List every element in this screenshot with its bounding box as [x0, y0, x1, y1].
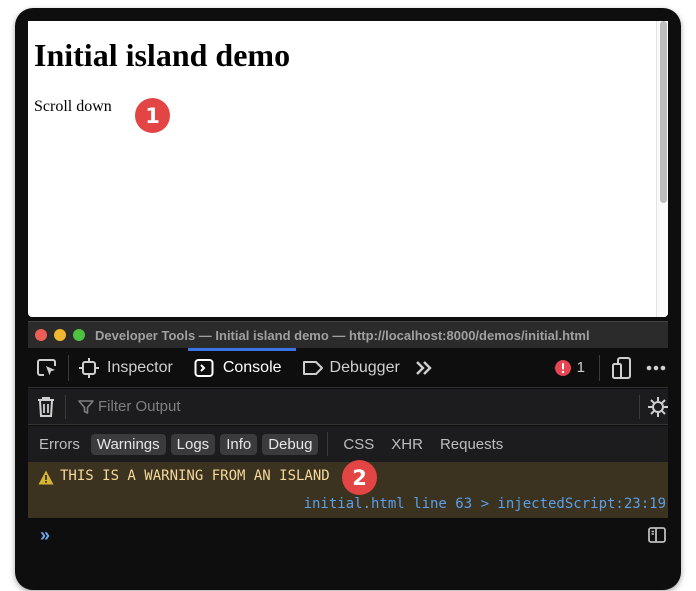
- filter-xhr-button[interactable]: XHR: [385, 434, 429, 455]
- active-tab-indicator: [188, 348, 296, 351]
- trash-icon: [38, 396, 54, 417]
- console-icon: [194, 358, 214, 377]
- tab-inspector[interactable]: Inspector: [79, 357, 173, 378]
- toolbar-separator: [65, 394, 66, 419]
- responsive-design-icon: [612, 356, 631, 379]
- toggle-sidebar-button[interactable]: [648, 527, 666, 548]
- minimize-window-button[interactable]: [54, 329, 66, 341]
- devtools-toolbar: Inspector Console Debugger 1: [28, 348, 668, 388]
- filter-placeholder: Filter Output: [98, 398, 181, 415]
- window-controls: [35, 329, 85, 341]
- page-scrollbar-thumb[interactable]: [660, 21, 667, 203]
- filter-warnings-button[interactable]: Warnings: [90, 433, 166, 455]
- inspector-icon: [79, 357, 99, 378]
- devtools-titlebar: Developer Tools — Initial island demo — …: [28, 321, 668, 348]
- more-options-button[interactable]: [646, 365, 666, 371]
- page-scrollbar[interactable]: [656, 21, 668, 317]
- log-level-bar: Errors Warnings Logs Info Debug CSS XHR …: [28, 426, 668, 462]
- more-options-icon: [646, 365, 666, 370]
- filter-errors-button[interactable]: Errors: [33, 434, 86, 455]
- screen-frame: Initial island demo Scroll down Develope…: [15, 8, 681, 590]
- window-title: Developer Tools — Initial island demo — …: [95, 327, 590, 343]
- warning-icon: [38, 470, 54, 485]
- filter-css-button[interactable]: CSS: [337, 434, 380, 455]
- filter-requests-button[interactable]: Requests: [434, 434, 509, 455]
- tab-console[interactable]: Console: [194, 358, 282, 378]
- sidebar-toggle-icon: [648, 527, 666, 543]
- filter-output-input[interactable]: Filter Output: [78, 398, 639, 415]
- filter-bar: Filter Output: [28, 389, 668, 425]
- error-icon: [554, 359, 571, 376]
- chevron-double-right-icon: [415, 360, 432, 375]
- toolbar-separator: [327, 432, 329, 456]
- element-picker-icon: [37, 358, 56, 376]
- annotation-badge-2: 2: [342, 460, 377, 495]
- page-heading: Initial island demo: [34, 37, 291, 73]
- web-page: Initial island demo Scroll down: [28, 21, 668, 317]
- responsive-design-button[interactable]: [612, 356, 632, 379]
- toolbar-separator: [639, 394, 640, 419]
- filter-logs-button[interactable]: Logs: [170, 433, 216, 455]
- more-tabs-button[interactable]: [414, 359, 434, 377]
- console-input-prompt[interactable]: »: [40, 525, 50, 546]
- toolbar-separator: [599, 354, 600, 381]
- warning-message-text: THIS IS A WARNING FROM AN ISLAND: [60, 468, 330, 484]
- toolbar-separator: [68, 354, 69, 381]
- error-count: 1: [576, 359, 585, 376]
- maximize-window-button[interactable]: [73, 329, 85, 341]
- gear-icon: [648, 396, 668, 417]
- clear-console-button[interactable]: [37, 396, 55, 418]
- tab-inspector-label: Inspector: [107, 358, 173, 376]
- filter-info-button[interactable]: Info: [220, 433, 258, 455]
- debugger-icon: [302, 360, 323, 375]
- console-settings-button[interactable]: [648, 396, 668, 417]
- tab-console-label: Console: [222, 358, 282, 376]
- annotation-badge-1: 1: [135, 98, 170, 133]
- warning-source-link[interactable]: initial.html line 63 > injectedScript:23…: [304, 496, 666, 512]
- page-paragraph: Scroll down: [34, 98, 112, 115]
- element-picker-button[interactable]: [36, 358, 58, 378]
- tab-debugger-label: Debugger: [329, 358, 400, 376]
- filter-debug-button[interactable]: Debug: [262, 433, 319, 455]
- devtools-panel: Developer Tools — Initial island demo — …: [28, 321, 668, 590]
- tab-debugger[interactable]: Debugger: [302, 359, 400, 377]
- error-count-button[interactable]: 1: [554, 359, 585, 376]
- close-window-button[interactable]: [35, 329, 47, 341]
- filter-icon: [78, 399, 94, 414]
